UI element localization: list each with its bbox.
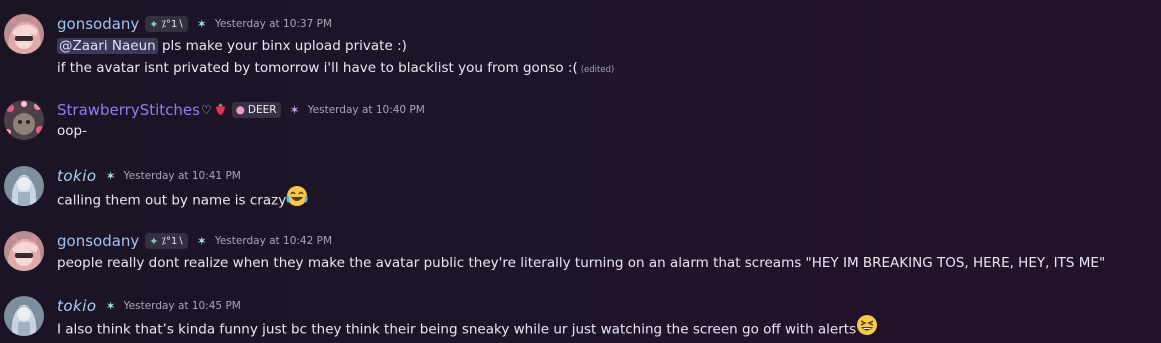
clan-tag-text: ⁒°1∖ [161,235,184,247]
message-content: @Zaari Naeun pls make your binx upload p… [57,36,407,56]
clan-tag-icon: ✦ [149,17,159,31]
message-content: I also think that’s kinda funny just bc … [57,314,878,342]
message-header: gonsodany ✦ ⁒°1∖ ✶ Yesterday at 10:37 PM [57,14,332,34]
username[interactable]: tokio [57,297,97,315]
username[interactable]: StrawberryStitches [57,101,200,119]
avatar[interactable] [4,231,44,271]
message-4: gonsodany ✦ ⁒°1∖ ✶ Yesterday at 10:42 PM… [0,225,1161,285]
star-icon: ✶ [289,103,300,117]
message-header: tokio ✶ Yesterday at 10:45 PM [57,296,241,316]
message-header: StrawberryStitches ♡ ● DEER ✶ Yesterday … [57,100,425,120]
message-2: StrawberryStitches ♡ ● DEER ✶ Yesterday … [0,90,1161,150]
clan-tag-icon: ✦ [149,234,159,248]
message-header: gonsodany ✦ ⁒°1∖ ✶ Yesterday at 10:42 PM [57,231,332,251]
star-icon: ✶ [105,169,116,183]
user-mention[interactable]: @Zaari Naeun [57,38,158,54]
avatar[interactable] [4,14,44,54]
timestamp: Yesterday at 10:45 PM [123,300,241,312]
avatar[interactable] [4,166,44,206]
message-content: people really dont realize when they mak… [57,253,1105,273]
laughing-crying-emoji [286,185,308,213]
heart-icon: ♡ [200,103,212,117]
username[interactable]: gonsodany [57,15,139,33]
clan-tag-text: ⁒°1∖ [161,18,184,30]
timestamp: Yesterday at 10:41 PM [123,170,241,182]
username[interactable]: gonsodany [57,232,139,250]
star-icon: ✶ [196,234,207,248]
edited-label: (edited) [580,65,615,75]
message-content: calling them out by name is crazy [57,185,308,213]
pill-icon: ● [235,104,245,116]
clan-tag-badge[interactable]: ✦ ⁒°1∖ [145,233,188,249]
message-content: if the avatar isnt privated by tomorrow … [57,58,614,80]
avatar[interactable] [4,100,44,140]
strawberry-icon [215,102,226,118]
avatar[interactable] [4,296,44,336]
message-5: tokio ✶ Yesterday at 10:45 PM I also thi… [0,290,1161,343]
message-text: people really dont realize when they mak… [57,255,1106,271]
message-1: gonsodany ✦ ⁒°1∖ ✶ Yesterday at 10:37 PM… [0,0,1161,85]
message-text: I also think that’s kinda funny just bc … [57,321,857,338]
message-header: tokio ✶ Yesterday at 10:41 PM [57,166,241,186]
username[interactable]: tokio [57,167,97,185]
badge-text: DEER [247,104,277,116]
message-text: oop- [57,123,87,139]
timestamp: Yesterday at 10:37 PM [214,18,332,30]
timestamp: Yesterday at 10:40 PM [307,104,425,116]
star-icon: ✶ [196,17,207,31]
clan-tag-badge[interactable]: ✦ ⁒°1∖ [145,16,188,32]
timestamp: Yesterday at 10:42 PM [214,235,332,247]
message-content: oop- [57,121,87,141]
star-icon: ✶ [105,299,116,313]
message-text: pls make your binx upload private :) [157,38,407,54]
message-text: calling them out by name is crazy [57,192,287,209]
message-text: if the avatar isnt privated by tomorrow … [57,60,578,76]
message-3: tokio ✶ Yesterday at 10:41 PM calling th… [0,160,1161,220]
grinning-squinting-emoji [856,314,878,342]
deer-badge[interactable]: ● DEER [231,102,281,118]
